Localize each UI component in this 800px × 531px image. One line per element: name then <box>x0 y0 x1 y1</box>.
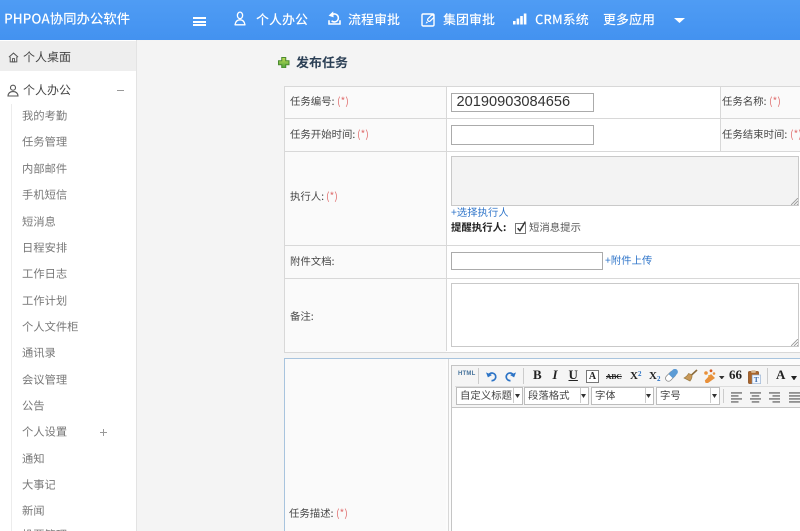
svg-text:T: T <box>754 375 759 384</box>
